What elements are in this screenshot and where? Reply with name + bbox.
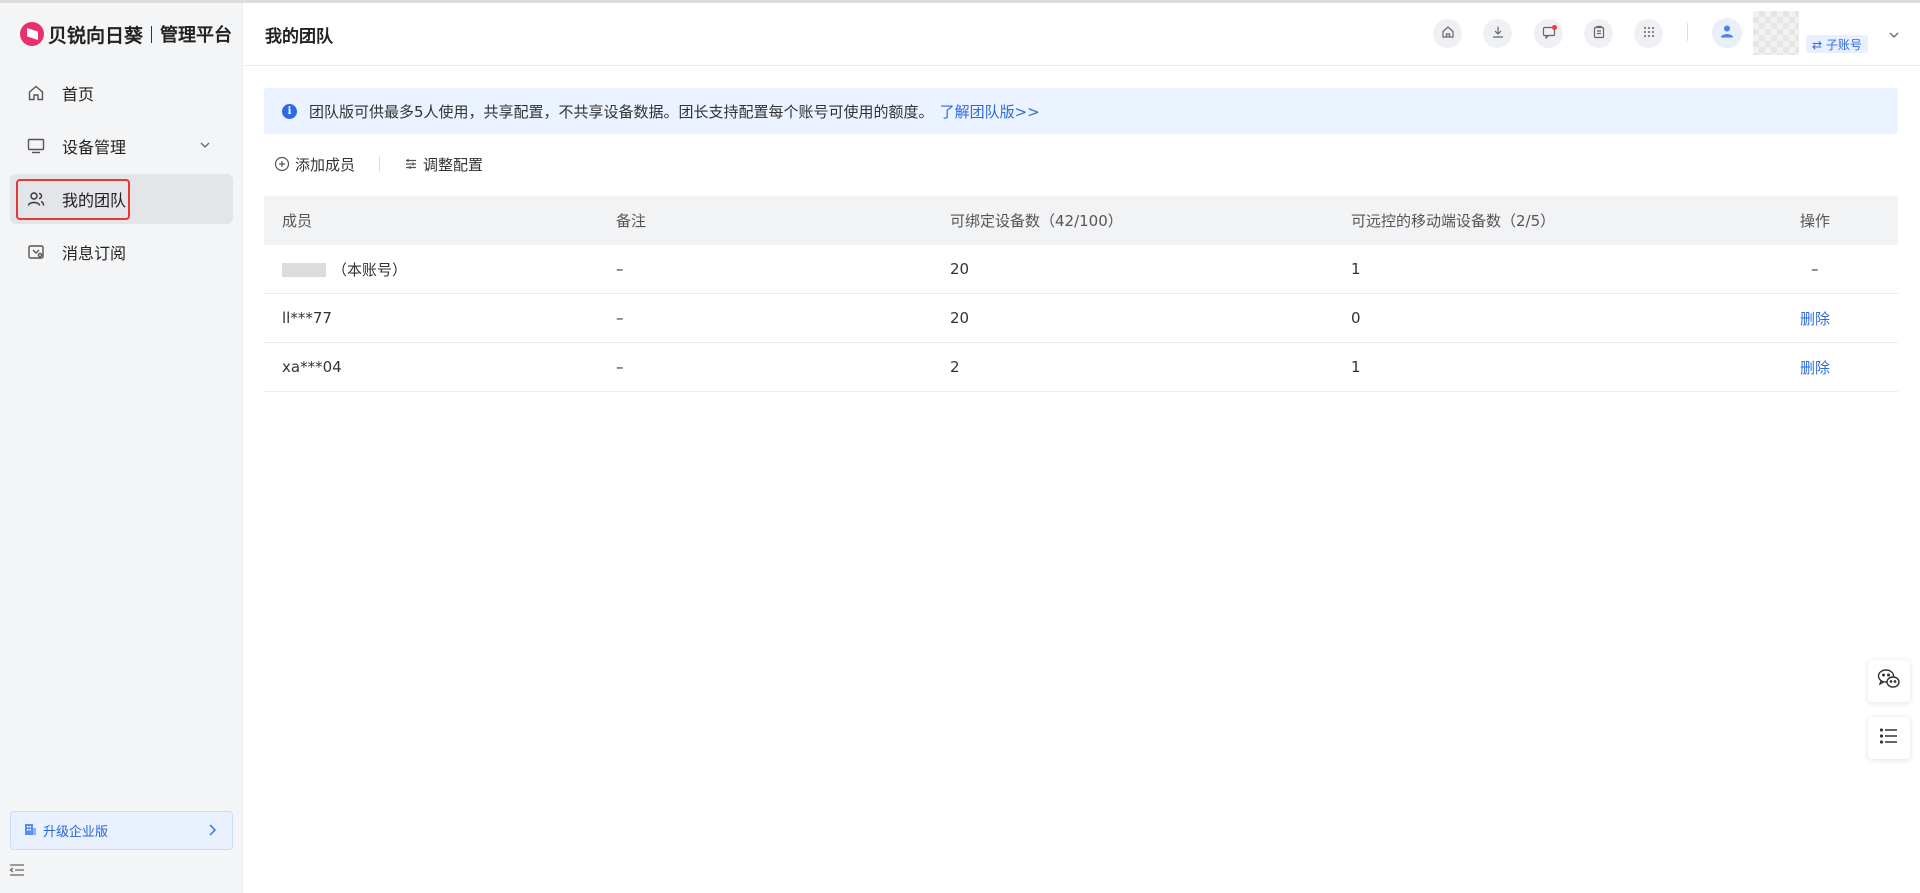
column-header-bindable-devices: 可绑定设备数（42/100） (950, 212, 1123, 230)
sidebar: 贝锐向日葵 管理平台 首页 设备管理 我的团队 消息订阅 升级企业版 (0, 3, 243, 893)
plus-circle-icon (274, 156, 290, 172)
grid-icon (1642, 25, 1656, 43)
messages-button[interactable] (1534, 19, 1563, 48)
avatar[interactable] (1712, 18, 1742, 48)
add-member-button[interactable]: 添加成员 (274, 154, 355, 175)
logo[interactable]: 贝锐向日葵 管理平台 (20, 19, 232, 49)
home-icon (26, 83, 46, 103)
sub-account-badge[interactable]: ⇄ 子账号 (1806, 35, 1868, 53)
team-icon (26, 189, 46, 209)
info-notice: i 团队版可供最多5人使用，共享配置，不共享设备数据。团长支持配置每个账号可使用… (264, 88, 1898, 134)
adjust-config-label: 调整配置 (423, 155, 484, 174)
user-icon (1719, 23, 1735, 43)
bindable-cell: 20 (950, 260, 970, 278)
sidebar-item-label: 我的团队 (62, 191, 127, 210)
header-divider (1687, 23, 1688, 41)
logo-divider (151, 25, 153, 43)
sidebar-item-device-management[interactable]: 设备管理 (10, 121, 233, 171)
wechat-icon (1877, 668, 1901, 694)
sidebar-item-home[interactable]: 首页 (10, 68, 233, 118)
clipboard-button[interactable] (1584, 19, 1613, 48)
column-header-actions: 操作 (1800, 212, 1831, 230)
sidebar-item-label: 设备管理 (62, 138, 127, 157)
chevron-down-icon[interactable] (1888, 27, 1900, 45)
member-cell: （本账号） (282, 259, 407, 280)
subscribe-icon (26, 242, 46, 262)
download-icon (1491, 25, 1505, 43)
adjust-config-button[interactable]: 调整配置 (404, 154, 483, 175)
team-members-table: 成员 备注 可绑定设备数（42/100） 可远控的移动端设备数（2/5） 操作 … (264, 196, 1898, 392)
building-icon (23, 822, 37, 840)
delete-member-button[interactable]: 删除 (1800, 308, 1830, 329)
chevron-right-icon (206, 823, 218, 841)
sidebar-item-label: 消息订阅 (62, 244, 127, 263)
sidebar-nav: 首页 设备管理 我的团队 消息订阅 (10, 68, 233, 280)
member-cell: ll***77 (282, 309, 332, 327)
logo-brand-name: 贝锐向日葵 (48, 24, 144, 47)
add-member-label: 添加成员 (295, 155, 356, 174)
upgrade-label: 升级企业版 (43, 825, 109, 840)
chevron-down-icon[interactable] (199, 137, 211, 155)
sidebar-item-label: 首页 (62, 85, 95, 104)
wechat-support-button[interactable] (1868, 660, 1910, 702)
upgrade-enterprise-button[interactable]: 升级企业版 (10, 811, 233, 850)
page-title: 我的团队 (265, 27, 333, 47)
action-cell: – (1811, 260, 1819, 278)
notification-dot (1552, 25, 1557, 30)
table-header: 成员 备注 可绑定设备数（42/100） 可远控的移动端设备数（2/5） 操作 (264, 196, 1898, 245)
download-button[interactable] (1483, 19, 1512, 48)
mobile-cell: 1 (1351, 260, 1361, 278)
bindable-cell: 20 (950, 309, 970, 327)
collapse-sidebar-icon[interactable] (9, 863, 25, 881)
toolbar-divider (379, 156, 381, 172)
sidebar-item-my-team[interactable]: 我的团队 (10, 174, 233, 224)
note-cell: – (616, 309, 624, 327)
member-cell: xa***04 (282, 358, 342, 376)
mobile-cell: 0 (1351, 309, 1361, 327)
table-row: （本账号） – 20 1 – (264, 245, 1898, 294)
list-icon (1879, 728, 1898, 748)
logo-mark-icon (20, 22, 44, 46)
logo-platform-name: 管理平台 (160, 25, 233, 46)
clipboard-icon (1592, 25, 1606, 43)
note-cell: – (616, 260, 624, 278)
monitor-icon (26, 136, 46, 156)
member-self-label: （本账号） (332, 260, 408, 279)
home-button[interactable] (1433, 19, 1462, 48)
top-header: 我的团队 ⇄ 子账号 (243, 3, 1920, 66)
apps-button[interactable] (1634, 19, 1663, 48)
notice-text: 团队版可供最多5人使用，共享配置，不共享设备数据。团长支持配置每个账号可使用的额… (309, 102, 934, 121)
team-toolbar: 添加成员 调整配置 (274, 152, 483, 176)
table-row: ll***77 – 20 0 删除 (264, 294, 1898, 343)
delete-member-button[interactable]: 删除 (1800, 357, 1830, 378)
home-icon (1441, 25, 1455, 43)
mobile-cell: 1 (1351, 358, 1361, 376)
table-row: xa***04 – 2 1 删除 (264, 343, 1898, 392)
username-redacted (1753, 11, 1799, 55)
column-header-mobile-devices: 可远控的移动端设备数（2/5） (1351, 212, 1556, 230)
info-icon: i (282, 103, 297, 119)
column-header-member: 成员 (282, 212, 313, 230)
sliders-icon (404, 157, 418, 171)
member-name-redacted (282, 263, 326, 277)
bindable-cell: 2 (950, 358, 960, 376)
note-cell: – (616, 358, 624, 376)
learn-team-link[interactable]: 了解团队版>> (940, 101, 1040, 122)
menu-list-button[interactable] (1868, 717, 1910, 759)
sidebar-item-message-subscription[interactable]: 消息订阅 (10, 227, 233, 277)
column-header-note: 备注 (616, 212, 647, 230)
